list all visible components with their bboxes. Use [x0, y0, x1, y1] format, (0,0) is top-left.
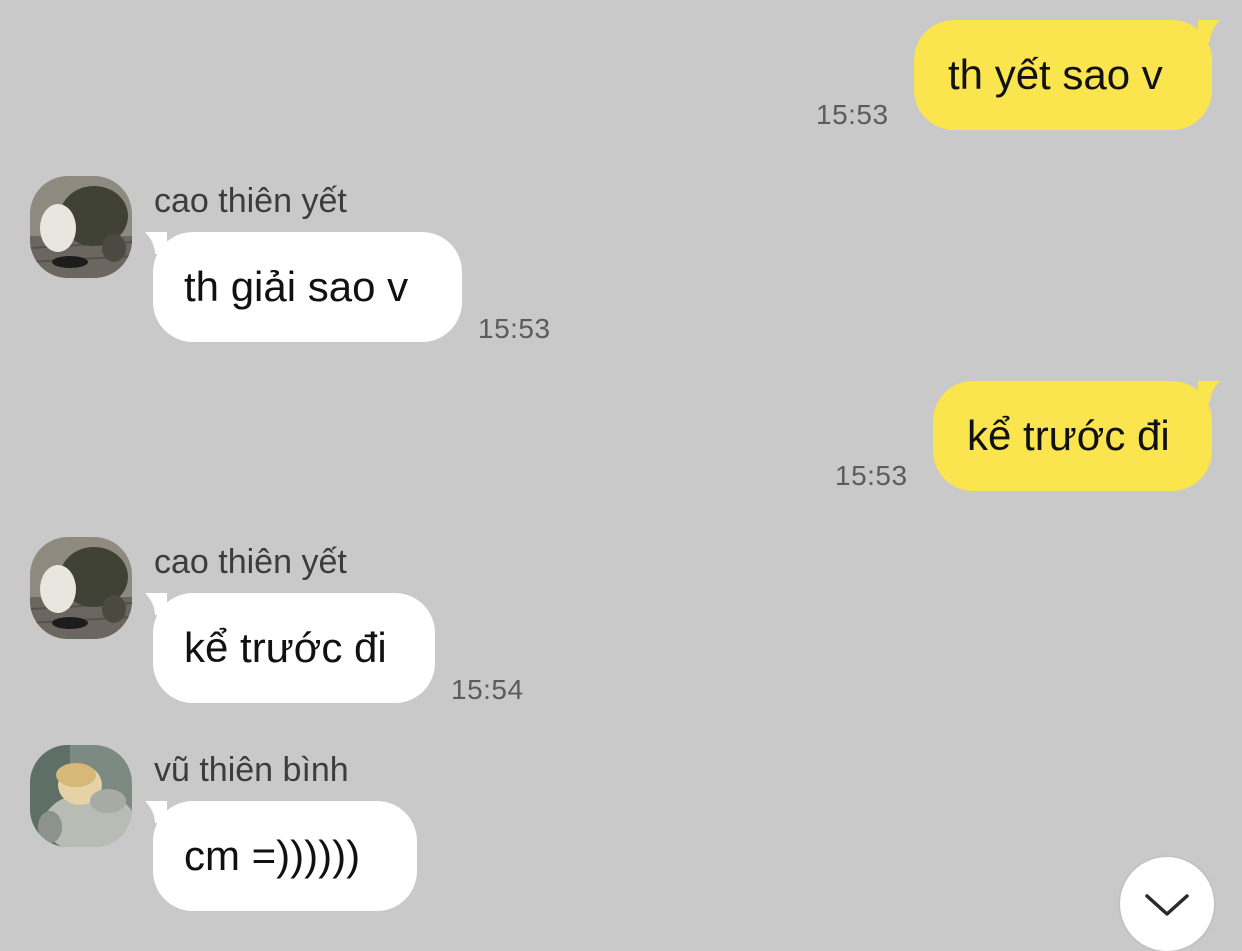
chat-thread[interactable]: 15:53 th yết sao v cao thiên yết th giải…: [0, 0, 1242, 951]
avatar-photo-person-crouching: [30, 537, 132, 639]
incoming-message-bubble[interactable]: kể trước đi: [145, 593, 435, 703]
sender-name: vũ thiên bình: [154, 751, 349, 789]
message-text: kể trước đi: [184, 624, 387, 671]
message-text: th yết sao v: [948, 51, 1163, 98]
incoming-message-bubble[interactable]: th giải sao v: [145, 232, 462, 342]
outgoing-message-bubble[interactable]: kể trước đi: [933, 381, 1220, 491]
message-timestamp: 15:53: [816, 99, 889, 130]
sender-avatar[interactable]: [30, 537, 132, 639]
sender-avatar[interactable]: [30, 745, 132, 847]
sender-name: cao thiên yết: [154, 543, 347, 581]
message-timestamp: 15:53: [835, 460, 908, 491]
message-timestamp: 15:54: [451, 674, 524, 705]
message-text: kể trước đi: [967, 412, 1170, 459]
avatar-photo-person-crouching: [30, 176, 132, 278]
bubble-tail: [145, 801, 167, 823]
sender-avatar[interactable]: [30, 176, 132, 278]
bubble-tail: [1198, 381, 1220, 403]
message-text: th giải sao v: [184, 263, 409, 310]
bubble-tail: [1198, 20, 1220, 42]
scroll-to-bottom-button[interactable]: [1120, 857, 1214, 951]
outgoing-message-bubble[interactable]: th yết sao v: [914, 20, 1220, 130]
incoming-message-bubble[interactable]: cm =)))))): [145, 801, 417, 911]
avatar-photo-sleeping-baby: [30, 745, 132, 847]
bubble-tail: [145, 593, 167, 615]
message-timestamp: 15:53: [478, 313, 551, 344]
message-text: cm =)))))): [184, 832, 361, 879]
sender-name: cao thiên yết: [154, 182, 347, 220]
bubble-tail: [145, 232, 167, 254]
chevron-down-icon: [1145, 894, 1189, 916]
